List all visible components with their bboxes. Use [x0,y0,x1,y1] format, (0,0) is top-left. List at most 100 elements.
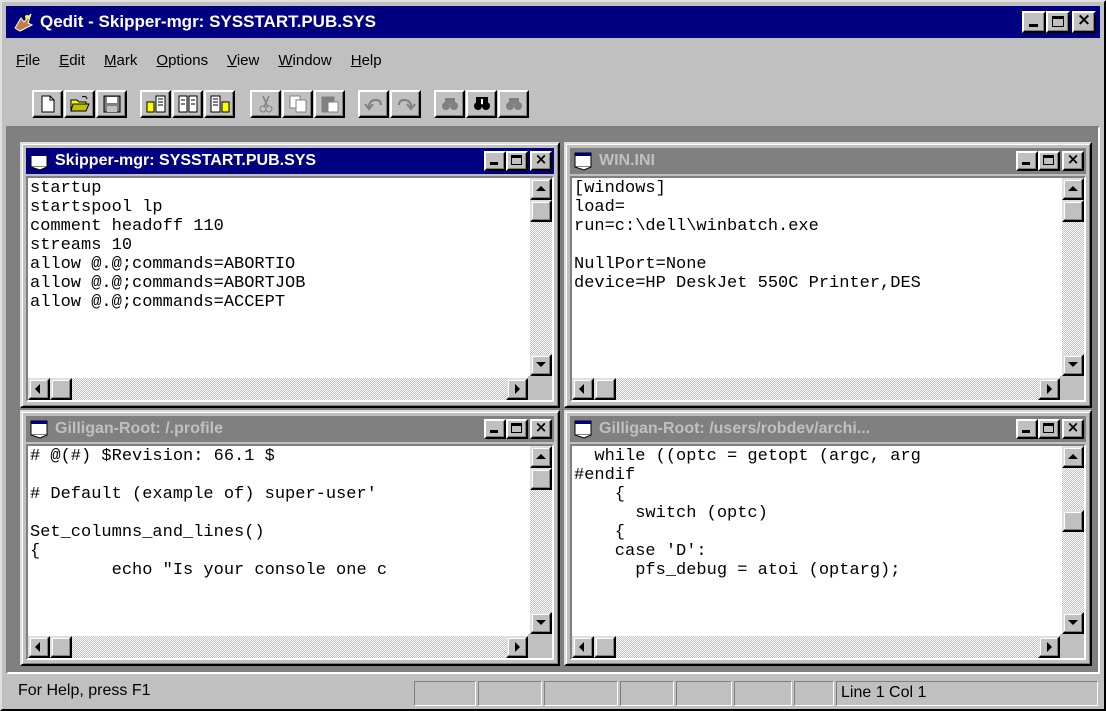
main-title-bar[interactable]: Qedit - Skipper-mgr: SYSSTART.PUB.SYS × [6,6,1100,38]
scroll-left-button[interactable] [572,378,594,400]
child-maximize-button[interactable] [1038,151,1060,171]
code-line: ​ [30,504,528,523]
editor-pane-winini[interactable]: [windows]load=run=c:\dell\winbatch.exe​N… [570,176,1086,402]
qedit-app-icon[interactable] [12,11,34,33]
hscroll-thumb[interactable] [594,378,616,400]
code-text[interactable]: [windows]load=run=c:\dell\winbatch.exe​N… [574,179,1060,376]
child-title-bar-sysstart[interactable]: Skipper-mgr: SYSSTART.PUB.SYS × [26,148,554,174]
paste-button[interactable] [314,90,345,118]
scroll-up-button[interactable] [1062,178,1084,200]
child-minimize-button[interactable] [1016,151,1038,171]
horizontal-scrollbar[interactable] [28,636,528,658]
close-icon: × [1066,418,1080,436]
host-disconnect-button[interactable] [204,90,235,118]
maximize-button[interactable] [1046,11,1070,33]
open-file-button[interactable] [64,90,95,118]
code-text[interactable]: startup startspool lp comment headoff 110 s… [30,179,528,376]
code-line: # Default (example of) super-user' [30,485,377,504]
scroll-left-button[interactable] [572,636,594,658]
child-minimize-button[interactable] [484,419,506,439]
minimize-button[interactable] [1022,11,1046,33]
scroll-right-button[interactable] [1038,378,1060,400]
copy-button[interactable] [282,90,313,118]
vertical-scrollbar[interactable] [530,178,552,376]
child-maximize-button[interactable] [1038,419,1060,439]
child-minimize-button[interactable] [484,151,506,171]
scroll-right-button[interactable] [506,636,528,658]
child-close-button[interactable]: × [1062,150,1084,171]
scroll-left-button[interactable] [28,378,50,400]
hscroll-thumb[interactable] [50,636,72,658]
child-minimize-button[interactable] [1016,419,1038,439]
save-disk-icon [103,95,120,113]
menu-window[interactable]: Window [268,52,340,69]
menu-options[interactable]: Options [146,52,217,69]
horizontal-scrollbar[interactable] [28,378,528,400]
scroll-down-button[interactable] [1062,354,1084,376]
child-close-button[interactable]: × [1062,418,1084,439]
child-title-bar-profile[interactable]: Gilligan-Root: /.profile × [26,416,554,442]
find-previous-button[interactable] [434,90,465,118]
arrow-down-icon [1068,362,1078,367]
hscroll-thumb[interactable] [594,636,616,658]
code-line: { [30,542,41,561]
code-line: allow @.@;commands=ACCEPT [30,293,286,312]
horizontal-scrollbar[interactable] [572,636,1060,658]
vertical-scrollbar[interactable] [1062,178,1084,376]
scroll-thumb[interactable] [530,468,552,490]
close-button[interactable]: × [1072,10,1096,33]
scroll-down-button[interactable] [530,354,552,376]
scroll-thumb[interactable] [1062,510,1084,532]
code-line: { [574,485,626,504]
child-maximize-button[interactable] [506,419,528,439]
scroll-left-button[interactable] [28,636,50,658]
child-close-button[interactable]: × [530,150,552,171]
child-title-bar-robdev[interactable]: Gilligan-Root: /users/robdev/archi... × [570,416,1086,442]
code-line: [windows] [574,179,666,198]
find-next-icon [505,98,522,110]
child-maximize-button[interactable] [506,151,528,171]
cut-button[interactable] [250,90,281,118]
code-line: allow @.@;commands=ABORTIO [30,255,296,274]
menu-view-label: iew [236,51,260,69]
editor-pane-robdev[interactable]: while ((optc = getopt (argc, arg #endif {… [570,444,1086,660]
scroll-thumb[interactable] [530,200,552,222]
menu-mark[interactable]: Mark [94,52,146,69]
scroll-up-button[interactable] [530,446,552,468]
host-connect-button[interactable] [140,90,171,118]
child-close-button[interactable]: × [530,418,552,439]
undo-button[interactable] [358,90,389,118]
menu-help[interactable]: Help [341,52,391,69]
maximize-icon [1043,423,1054,433]
code-text[interactable]: while ((optc = getopt (argc, arg #endif {… [574,447,1060,634]
child-title-bar-winini[interactable]: WIN.INI × [570,148,1086,174]
scroll-up-button[interactable] [530,178,552,200]
status-panel [734,681,792,706]
save-button[interactable] [96,90,127,118]
hscroll-thumb[interactable] [50,378,72,400]
minimize-icon [1022,430,1030,433]
code-text[interactable]: # @(#) $Revision: 66.1 $​# Default (exam… [30,447,528,634]
vertical-scrollbar[interactable] [1062,446,1084,634]
host-transfer-button[interactable] [172,90,203,118]
scroll-down-button[interactable] [1062,612,1084,634]
scroll-thumb[interactable] [1062,200,1084,222]
new-file-button[interactable] [32,90,63,118]
find-button[interactable] [466,90,497,118]
menu-file[interactable]: File [6,52,49,69]
menu-edit[interactable]: Edit [49,52,94,69]
scroll-right-button[interactable] [1038,636,1060,658]
child-window-robdev: Gilligan-Root: /users/robdev/archi... × … [564,410,1092,666]
editor-pane-profile[interactable]: # @(#) $Revision: 66.1 $​# Default (exam… [26,444,554,660]
scroll-down-button[interactable] [530,612,552,634]
code-line: switch (optc) [574,504,768,523]
vertical-scrollbar[interactable] [530,446,552,634]
horizontal-scrollbar[interactable] [572,378,1060,400]
maximize-icon [511,423,522,433]
scroll-up-button[interactable] [1062,446,1084,468]
scroll-right-button[interactable] [506,378,528,400]
find-next-button[interactable] [498,90,529,118]
menu-view[interactable]: View [217,52,268,69]
editor-pane-sysstart[interactable]: startup startspool lp comment headoff 110 s… [26,176,554,402]
redo-button[interactable] [390,90,421,118]
